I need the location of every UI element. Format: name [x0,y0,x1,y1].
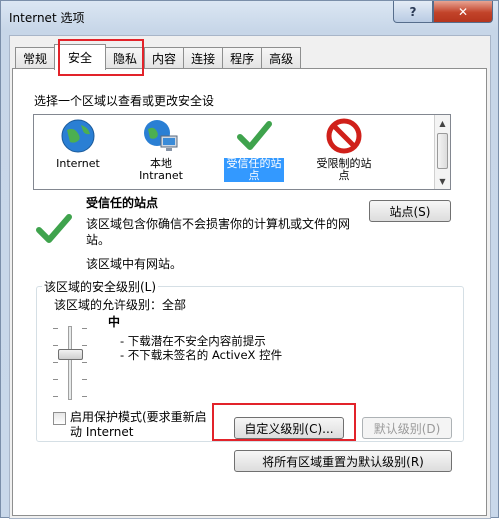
slider-tick [53,379,58,380]
tab-advanced[interactable]: 高级 [261,47,302,69]
tab-programs[interactable]: 程序 [222,47,263,69]
tab-general[interactable]: 常规 [15,47,56,69]
zone-intranet[interactable]: 本地 Intranet [126,117,196,182]
sites-button[interactable]: 站点(S) [369,200,451,222]
allowed-levels-label: 该区域的允许级别：全部 [54,298,187,312]
slider-tick [82,345,87,346]
zone-internet[interactable]: Internet [38,117,118,170]
zone-label: 受限制的站点 [316,157,372,182]
slider-tick [53,362,58,363]
slider-tick [53,328,58,329]
zone-trusted-sites[interactable]: 受信任的站点 [214,117,294,182]
slider-tick [82,362,87,363]
zone-description: 该区域包含你确信不会损害你的计算机或文件的网站。 [86,217,351,247]
trusted-checkmark-icon [35,212,73,249]
scroll-up-icon[interactable]: ▲ [435,115,450,131]
slider-tick [53,345,58,346]
zone-label: Internet [56,157,100,170]
tab-connections[interactable]: 连接 [183,47,224,69]
level-bullet: - 不下载未签名的 ActiveX 控件 [120,348,283,362]
slider-tick [82,328,87,329]
slider-tick [82,396,87,397]
zone-list-scrollbar[interactable]: ▲ ▼ [434,115,450,189]
globe-icon [59,117,97,155]
security-tab-highlight [58,39,144,76]
window-title: Internet 选项 [9,11,85,25]
security-level-slider-track [68,326,72,400]
zone-label: 受信任的站点 [224,158,284,182]
custom-level-highlight [212,403,356,441]
security-level-name: 中 [108,315,121,329]
scroll-thumb[interactable] [437,133,448,169]
intranet-globe-icon [142,117,180,155]
zone-has-sites: 该区域中有网站。 [86,257,183,271]
zone-prompt: 选择一个区域以查看或更改安全设 [34,94,215,108]
security-level-slider-thumb[interactable] [58,349,83,360]
protected-mode-label: 启用保护模式(要求重新启动 Internet [70,410,207,439]
zone-restricted-sites[interactable]: 受限制的站点 [304,117,384,182]
default-level-button[interactable]: 默认级别(D) [362,417,452,439]
protected-mode-checkbox[interactable] [53,412,66,425]
reset-all-zones-button[interactable]: 将所有区域重置为默认级别(R) [234,450,452,472]
close-button[interactable]: ✕ [433,1,493,23]
restricted-icon [325,117,363,155]
scroll-down-icon[interactable]: ▼ [435,173,450,189]
checkmark-icon [235,117,273,155]
zone-list: Internet 本地 Intranet 受信任的站点 受限制的站点 ▲ ▼ [33,114,451,190]
slider-tick [53,396,58,397]
slider-tick [82,379,87,380]
zone-detail-title: 受信任的站点 [86,196,159,210]
tab-content[interactable]: 内容 [144,47,185,69]
zone-label: 本地 Intranet [139,157,183,182]
help-button[interactable]: ? [393,1,433,23]
security-level-group-label: 该区域的安全级别(L) [42,278,159,295]
